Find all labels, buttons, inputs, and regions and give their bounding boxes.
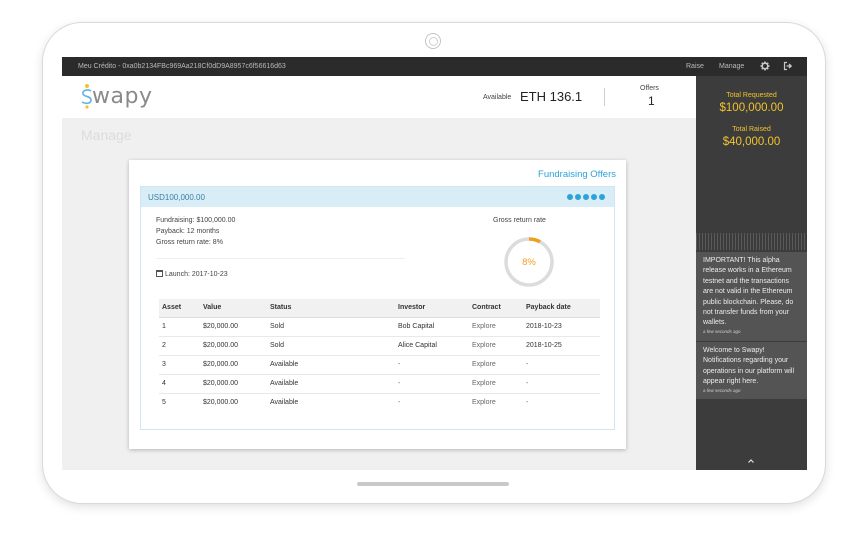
table-row: 2 $20,000.00 Sold Alice Capital Explore …	[159, 336, 600, 356]
explore-link[interactable]: Explore	[469, 374, 523, 394]
offers-label: Offers	[640, 85, 659, 92]
progress-dots	[567, 194, 611, 201]
swapy-logo[interactable]: wapy	[80, 83, 153, 109]
explore-link[interactable]: Explore	[469, 317, 523, 337]
cell-asset: 2	[159, 336, 200, 356]
gross-return-value: 8%	[522, 257, 536, 268]
fundraising-offers-card: Fundraising Offers USD100,000.00 Fundrai…	[129, 160, 626, 449]
launch-date: Launch: 2017-10-23	[156, 270, 228, 278]
cell-asset: 4	[159, 374, 200, 394]
offers-count: 1	[648, 94, 655, 108]
offer-amount: USD100,000.00	[148, 193, 205, 202]
col-status: Status	[267, 299, 395, 318]
notification-text: Welcome to Swapy! Notifications regardin…	[703, 347, 795, 386]
gross-return-label: Gross return rate	[493, 217, 546, 224]
total-requested-value: $100,000.00	[719, 102, 784, 114]
cell-payback-date: -	[526, 399, 529, 407]
assets-table: Asset Value Status Investor Contract Pay…	[159, 299, 600, 412]
notification-time: a few seconds ago	[703, 328, 741, 334]
col-asset: Asset	[159, 299, 200, 318]
home-bar	[357, 482, 509, 486]
app-screen: Meu Crédito - 0xa0b2134FBc969Aa218Cf0dD9…	[62, 57, 807, 470]
total-raised-label: Total Raised	[732, 126, 771, 133]
card-title: Fundraising Offers	[538, 169, 616, 180]
cell-status: Available	[267, 355, 395, 375]
col-investor: Investor	[395, 299, 469, 318]
cell-investor: -	[398, 399, 401, 407]
gear-icon[interactable]	[760, 61, 770, 71]
col-contract: Contract	[469, 299, 523, 318]
progress-dot	[575, 194, 581, 200]
progress-dot	[599, 194, 605, 200]
offer-panel: USD100,000.00 Fundraising: $100,000.00 P…	[140, 186, 615, 430]
cell-status: Available	[267, 374, 395, 394]
table-row: 1 $20,000.00 Sold Bob Capital Explore 20…	[159, 317, 600, 337]
sign-out-icon[interactable]	[783, 61, 793, 71]
notification-text: IMPORTANT! This alpha release works in a…	[703, 257, 794, 327]
credit-address: Meu Crédito - 0xa0b2134FBc969Aa218Cf0dD9…	[78, 63, 286, 70]
launch-text: Launch: 2017-10-23	[165, 271, 228, 278]
notification-time: a few seconds ago	[703, 387, 741, 393]
detail-payback: Payback: 12 months	[156, 228, 220, 235]
cell-investor: -	[395, 374, 469, 394]
total-raised-value: $40,000.00	[722, 136, 781, 148]
cell-status: Sold	[267, 336, 395, 356]
cell-status: Available	[270, 399, 299, 407]
explore-link[interactable]: Explore	[469, 336, 523, 356]
cell-asset: 1	[159, 317, 200, 337]
progress-dot	[583, 194, 589, 200]
cell-asset: 3	[159, 355, 200, 375]
cell-payback-date: -	[523, 355, 600, 375]
cell-payback-date: 2018-10-25	[523, 336, 600, 356]
nav-manage[interactable]: Manage	[719, 63, 744, 70]
notification-item[interactable]: Welcome to Swapy! Notifications regardin…	[696, 342, 807, 399]
progress-dot	[591, 194, 597, 200]
logo-text: wapy	[92, 84, 153, 109]
cell-payback-date: 2018-10-23	[523, 317, 600, 337]
top-bar: Meu Crédito - 0xa0b2134FBc969Aa218Cf0dD9…	[62, 57, 807, 76]
app-header: wapy Available ETH 136.1 Offers 1	[62, 76, 696, 118]
header-divider	[604, 88, 605, 106]
total-requested-label: Total Requested	[726, 92, 777, 99]
cell-investor: Alice Capital	[395, 336, 469, 356]
camera-icon	[425, 33, 441, 49]
table-row: 4 $20,000.00 Available - Explore -	[159, 374, 600, 394]
table-row: 5 $20,000.00 Available - Explore -	[159, 393, 600, 412]
nav-raise[interactable]: Raise	[686, 63, 704, 70]
offer-header[interactable]: USD100,000.00	[141, 187, 614, 207]
table-header-row: Asset Value Status Investor Contract Pay…	[159, 299, 600, 318]
summary-sidebar: Total Requested $100,000.00 Total Raised…	[696, 76, 807, 470]
calendar-icon	[156, 270, 163, 277]
explore-link[interactable]: Explore	[469, 355, 523, 375]
col-value: Value	[200, 299, 267, 318]
cell-value: $20,000.00	[200, 336, 267, 356]
detail-fundraising: Fundraising: $100,000.00	[156, 217, 236, 224]
cell-investor: Bob Capital	[395, 317, 469, 337]
sidebar-divider-pattern	[696, 233, 807, 250]
cell-value: $20,000.00	[200, 355, 267, 375]
cell-asset: 5	[162, 399, 166, 407]
page-title: Manage	[81, 127, 132, 143]
cell-value: $20,000.00	[203, 399, 239, 407]
notification-item[interactable]: IMPORTANT! This alpha release works in a…	[696, 252, 807, 341]
available-label: Available	[483, 94, 512, 101]
cell-value: $20,000.00	[200, 317, 267, 337]
available-balance: ETH 136.1	[520, 89, 583, 104]
cell-status: Sold	[267, 317, 395, 337]
details-divider	[156, 258, 405, 259]
cell-investor: -	[395, 355, 469, 375]
col-payback-date: Payback date	[523, 299, 600, 318]
table-row: 3 $20,000.00 Available - Explore -	[159, 355, 600, 375]
chevron-up-icon[interactable]	[746, 456, 756, 466]
progress-dot	[567, 194, 573, 200]
explore-link[interactable]: Explore	[469, 393, 523, 412]
detail-gross-rate: Gross return rate: 8%	[156, 239, 223, 246]
cell-value: $20,000.00	[200, 374, 267, 394]
cell-payback-date: -	[523, 374, 600, 394]
